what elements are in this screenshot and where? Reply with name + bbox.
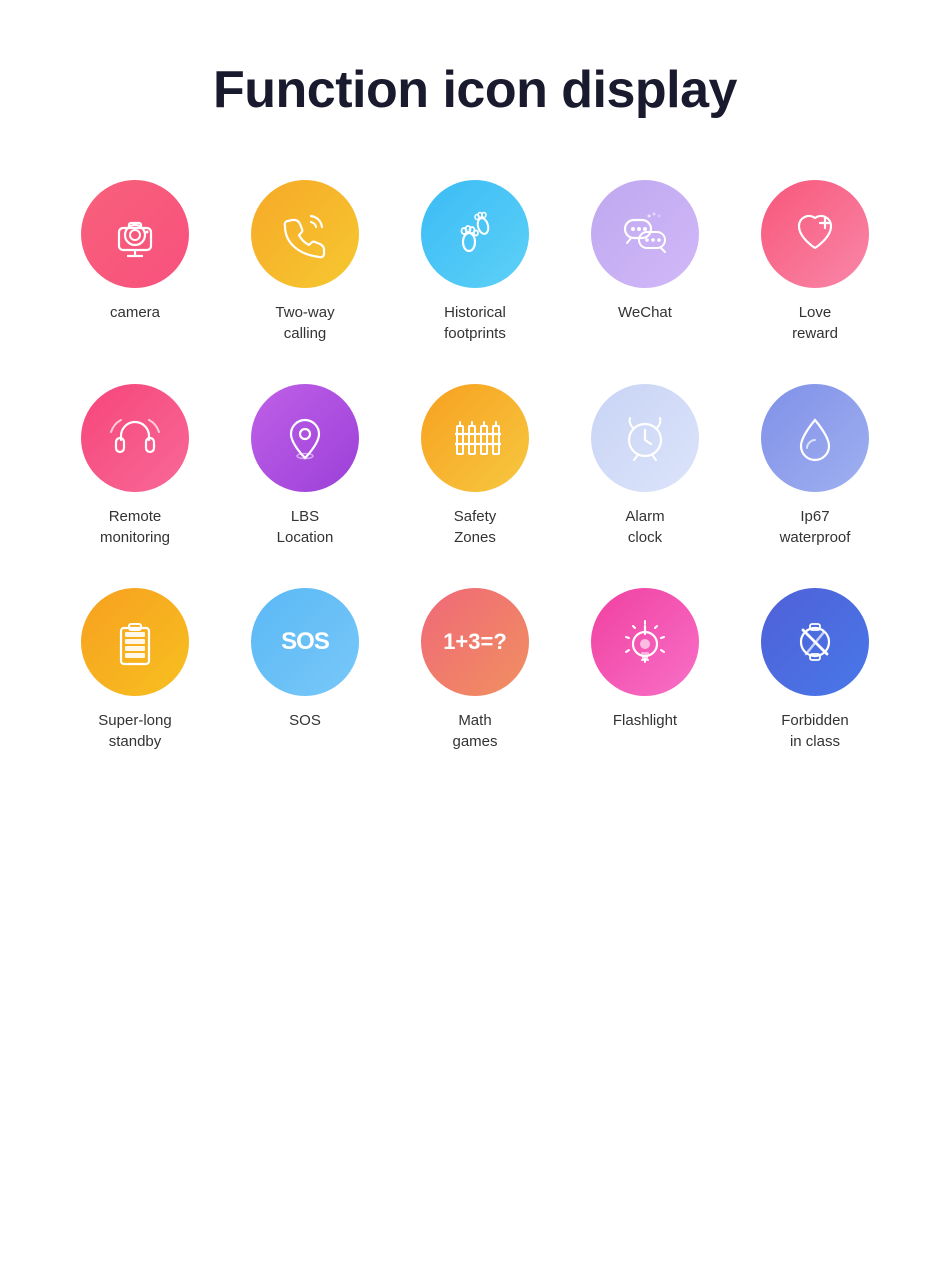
circle-love <box>761 180 869 288</box>
item-waterproof: Ip67waterproof <box>745 384 885 548</box>
item-sos: SOS SOS <box>235 588 375 752</box>
circle-calling <box>251 180 359 288</box>
alarm-icon <box>617 410 673 466</box>
label-flashlight: Flashlight <box>613 710 677 731</box>
circle-math: 1+3=? <box>421 588 529 696</box>
circle-wechat <box>591 180 699 288</box>
label-love: Lovereward <box>792 302 838 344</box>
love-icon <box>787 206 843 262</box>
flashlight-icon <box>617 614 673 670</box>
label-calling: Two-waycalling <box>275 302 334 344</box>
label-footprints: Historicalfootprints <box>444 302 506 344</box>
camera-icon <box>107 206 163 262</box>
circle-location <box>251 384 359 492</box>
sos-text: SOS <box>281 628 329 656</box>
label-alarm: Alarmclock <box>625 506 664 548</box>
item-footprints: Historicalfootprints <box>405 180 545 344</box>
footprints-icon <box>447 206 503 262</box>
battery-icon <box>107 614 163 670</box>
circle-forbidden <box>761 588 869 696</box>
label-waterproof: Ip67waterproof <box>780 506 851 548</box>
label-location: LBSLocation <box>277 506 334 548</box>
wechat-icon <box>617 206 673 262</box>
calling-icon <box>277 206 333 262</box>
label-wechat: WeChat <box>618 302 672 323</box>
item-camera: camera <box>65 180 205 344</box>
item-wechat: WeChat <box>575 180 715 344</box>
circle-battery <box>81 588 189 696</box>
circle-footprints <box>421 180 529 288</box>
item-love-reward: Lovereward <box>745 180 885 344</box>
item-lbs-location: LBSLocation <box>235 384 375 548</box>
label-math: Mathgames <box>452 710 497 752</box>
item-alarm-clock: Alarmclock <box>575 384 715 548</box>
headphones-icon <box>107 410 163 466</box>
label-monitoring: Remotemonitoring <box>100 506 170 548</box>
circle-flashlight <box>591 588 699 696</box>
forbidden-icon <box>787 614 843 670</box>
drop-icon <box>787 410 843 466</box>
label-fence: SafetyZones <box>454 506 497 548</box>
item-standby: Super-longstandby <box>65 588 205 752</box>
icon-grid: camera Two-waycalling <box>65 180 885 752</box>
item-remote-monitoring: Remotemonitoring <box>65 384 205 548</box>
item-math-games: 1+3=? Mathgames <box>405 588 545 752</box>
page-title: Function icon display <box>213 60 737 120</box>
item-safety-zones: SafetyZones <box>405 384 545 548</box>
item-two-way-calling: Two-waycalling <box>235 180 375 344</box>
circle-fence <box>421 384 529 492</box>
label-camera: camera <box>110 302 160 323</box>
math-text: 1+3=? <box>443 629 507 655</box>
circle-monitoring <box>81 384 189 492</box>
label-standby: Super-longstandby <box>98 710 171 752</box>
item-flashlight: Flashlight <box>575 588 715 752</box>
label-sos: SOS <box>289 710 321 731</box>
circle-waterproof <box>761 384 869 492</box>
circle-sos: SOS <box>251 588 359 696</box>
item-forbidden: Forbiddenin class <box>745 588 885 752</box>
circle-camera <box>81 180 189 288</box>
label-forbidden: Forbiddenin class <box>781 710 849 752</box>
circle-alarm <box>591 384 699 492</box>
location-icon <box>277 410 333 466</box>
fence-icon <box>447 410 503 466</box>
